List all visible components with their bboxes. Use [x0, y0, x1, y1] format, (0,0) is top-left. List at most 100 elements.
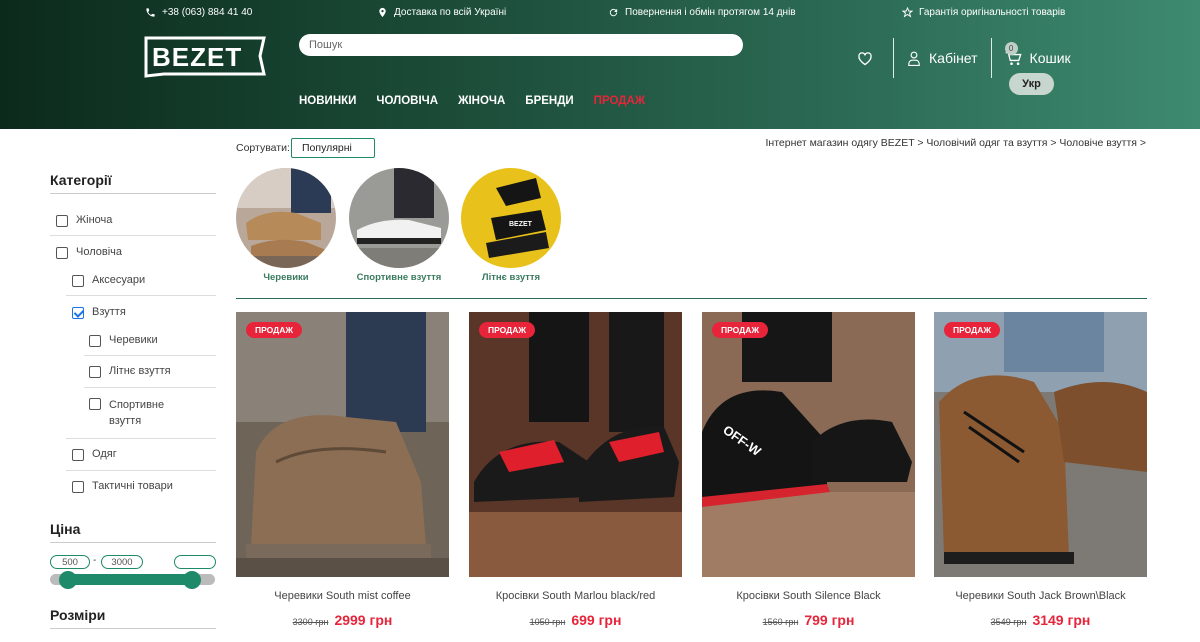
- divider: [50, 235, 216, 236]
- product-price: 1560 грн 799 грн: [702, 612, 915, 628]
- nav-men[interactable]: ЧОЛОВІЧА: [376, 95, 438, 107]
- guarantee-text: Гарантія оригінальності товарів: [919, 7, 1066, 18]
- location-pin-icon: [379, 7, 386, 18]
- old-price: 1560 грн: [762, 617, 799, 627]
- price-title: Ціна: [50, 521, 216, 543]
- account-label: Кабінет: [929, 50, 978, 66]
- divider: [84, 355, 216, 356]
- subcategory-summer-label[interactable]: Літнє взуття: [451, 272, 571, 283]
- category-label: Тактичні товари: [92, 480, 173, 492]
- product-price: 3300 грн 2999 грн: [236, 612, 449, 628]
- phone-link[interactable]: +38 (063) 884 41 40: [145, 7, 252, 18]
- sale-badge: ПРОДАЖ: [479, 322, 536, 338]
- category-men[interactable]: Чоловіча: [56, 246, 122, 259]
- category-shoes[interactable]: Взуття: [72, 306, 126, 319]
- divider: [66, 438, 216, 439]
- category-accessories[interactable]: Аксесуари: [72, 274, 146, 287]
- star-icon: [902, 7, 913, 18]
- checkbox[interactable]: [89, 335, 101, 347]
- checkbox[interactable]: [72, 275, 84, 287]
- nav-women[interactable]: ЖІНОЧА: [458, 95, 505, 107]
- header-divider: [893, 38, 894, 78]
- category-women[interactable]: Жіноча: [56, 214, 113, 227]
- category-summer[interactable]: Літнє взуття: [89, 365, 171, 378]
- svg-text:BEZET: BEZET: [509, 221, 533, 228]
- subcategory-boots-label[interactable]: Черевики: [226, 272, 346, 283]
- guarantee-info: Гарантія оригінальності товарів: [902, 7, 1065, 18]
- checkbox[interactable]: [56, 247, 68, 259]
- category-label: Жіноча: [76, 214, 113, 226]
- product-image[interactable]: ПРОДАЖ: [934, 312, 1147, 577]
- returns-text: Повернення і обмін протягом 14 днів: [625, 7, 796, 18]
- category-sport[interactable]: Спортивне взуття: [89, 397, 199, 429]
- old-price: 1050 грн: [529, 617, 566, 627]
- product-image[interactable]: ПРОДАЖ: [236, 312, 449, 577]
- sale-badge: ПРОДАЖ: [712, 322, 769, 338]
- delivery-text: Доставка по всій Україні: [394, 7, 507, 18]
- wishlist-button[interactable]: [850, 43, 880, 73]
- category-clothes[interactable]: Одяг: [72, 448, 117, 461]
- price-slider-max-handle[interactable]: [183, 571, 201, 589]
- divider: [66, 470, 216, 471]
- category-label: Одяг: [92, 448, 117, 460]
- returns-info: Повернення і обмін протягом 14 днів: [608, 7, 796, 18]
- user-icon: [908, 51, 920, 66]
- checkbox[interactable]: [72, 481, 84, 493]
- category-label: Аксесуари: [92, 274, 146, 286]
- delivery-info: Доставка по всій Україні: [377, 7, 506, 18]
- subcategory-summer-image[interactable]: BEZET: [461, 168, 561, 268]
- sale-badge: ПРОДАЖ: [944, 322, 1001, 338]
- heart-icon: [858, 51, 872, 65]
- checkbox[interactable]: [89, 366, 101, 378]
- nav-sale[interactable]: ПРОДАЖ: [594, 95, 645, 107]
- price-min-input[interactable]: 500: [50, 555, 90, 569]
- subcategory-sport-label[interactable]: Спортивне взуття: [339, 272, 459, 283]
- product-name[interactable]: Черевики South mist coffee: [236, 590, 449, 602]
- product-image[interactable]: OFF-W ПРОДАЖ: [702, 312, 915, 577]
- cart-button[interactable]: 0 Кошик: [1004, 42, 1071, 66]
- product-price: 3549 грн 3149 грн: [934, 612, 1147, 628]
- checkbox[interactable]: [72, 449, 84, 461]
- price-max-input[interactable]: 3000: [101, 555, 143, 569]
- product-name[interactable]: Черевики South Jack Brown\Black: [934, 590, 1147, 602]
- price-slider-range: [68, 574, 192, 585]
- product-name[interactable]: Кросівки South Silence Black: [702, 590, 915, 602]
- section-divider: [236, 298, 1147, 299]
- phone-text: +38 (063) 884 41 40: [162, 7, 253, 18]
- price-slider-min-handle[interactable]: [59, 571, 77, 589]
- nav-new[interactable]: НОВИНКИ: [299, 95, 356, 107]
- old-price: 3300 грн: [292, 617, 329, 627]
- refresh-icon: [609, 8, 618, 17]
- sizes-title: Розміри: [50, 607, 216, 629]
- product-price: 1050 грн 699 грн: [469, 612, 682, 628]
- subcategory-boots-image[interactable]: [236, 168, 336, 268]
- product-name[interactable]: Кросівки South Marlou black/red: [469, 590, 682, 602]
- nav-brands[interactable]: БРЕНДИ: [525, 95, 573, 107]
- logo-text: BEZET: [152, 42, 242, 72]
- checkbox[interactable]: [56, 215, 68, 227]
- brand-logo[interactable]: BEZET: [144, 34, 266, 78]
- divider: [84, 387, 216, 388]
- search-input[interactable]: [299, 34, 743, 56]
- sort-select[interactable]: Популярні: [291, 138, 375, 158]
- checkbox-checked[interactable]: [72, 307, 84, 319]
- breadcrumb[interactable]: Інтернет магазин одягу BEZET > Чоловічий…: [765, 137, 1146, 149]
- categories-title: Категорії: [50, 172, 216, 194]
- sort-label: Сортувати:: [236, 142, 290, 154]
- cart-label: Кошик: [1029, 50, 1071, 66]
- subcategory-sport-image[interactable]: [349, 168, 449, 268]
- old-price: 3549 грн: [990, 617, 1027, 627]
- divider: [66, 295, 216, 296]
- current-price: 699 грн: [571, 612, 622, 628]
- category-tactical[interactable]: Тактичні товари: [72, 480, 173, 493]
- price-apply-button[interactable]: [174, 555, 216, 569]
- category-label: Черевики: [109, 334, 158, 346]
- price-separator: -: [93, 555, 97, 566]
- language-switch[interactable]: Укр: [1009, 73, 1054, 95]
- current-price: 2999 грн: [334, 612, 393, 628]
- category-boots[interactable]: Черевики: [89, 334, 158, 347]
- checkbox[interactable]: [89, 398, 101, 410]
- account-button[interactable]: Кабінет: [907, 50, 978, 66]
- product-image[interactable]: ПРОДАЖ: [469, 312, 682, 577]
- sale-badge: ПРОДАЖ: [246, 322, 303, 338]
